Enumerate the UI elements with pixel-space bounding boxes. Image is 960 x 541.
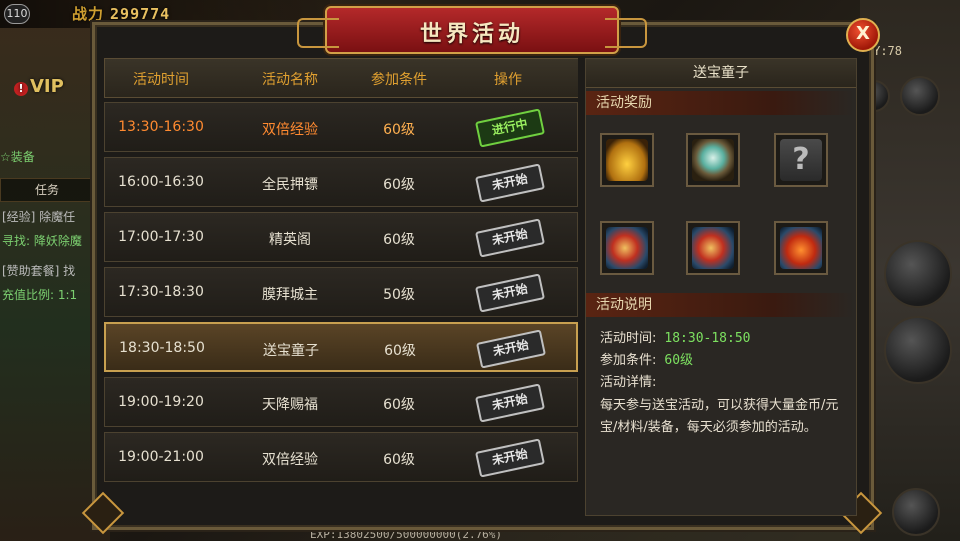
- activity-time: 19:00-19:20: [118, 394, 204, 410]
- activity-time: 13:30-16:30: [118, 119, 204, 135]
- info-time-value: 18:30-18:50: [664, 331, 751, 346]
- activity-name: 送宝童子: [263, 343, 319, 359]
- activity-status-stamp[interactable]: 进行中: [475, 108, 545, 148]
- activity-row[interactable]: 18:30-18:50 送宝童子 60级 未开始: [104, 322, 578, 372]
- activity-condition: 60级: [383, 452, 415, 468]
- quest-line[interactable]: [赞助套餐] 找: [2, 262, 75, 279]
- skill-button[interactable]: [884, 240, 952, 308]
- bomb-item-icon: [606, 227, 648, 269]
- activity-condition: 60级: [383, 397, 415, 413]
- activity-time: 17:00-17:30: [118, 229, 204, 245]
- jade-ring-icon: [692, 139, 734, 181]
- info-time: 活动时间: 18:30-18:50: [600, 327, 750, 346]
- activity-name: 精英阁: [269, 232, 311, 248]
- activity-condition: 60级: [383, 177, 415, 193]
- rewards-section-label: 活动奖励: [586, 91, 854, 115]
- info-detail-label: 活动详情:: [600, 375, 657, 390]
- activity-status-stamp[interactable]: 未开始: [475, 218, 545, 258]
- lucky-bag-icon: [780, 227, 822, 269]
- reward-slot[interactable]: [686, 133, 740, 187]
- skill-button[interactable]: [884, 316, 952, 384]
- activity-name: 全民押镖: [262, 177, 318, 193]
- activity-condition: 60级: [383, 232, 415, 248]
- activity-time: 17:30-18:30: [118, 284, 204, 300]
- reward-slot[interactable]: ?: [774, 133, 828, 187]
- header-condition: 参加条件: [371, 72, 427, 88]
- activity-row[interactable]: 19:00-21:00 双倍经验 60级 未开始: [104, 432, 578, 482]
- activity-row[interactable]: 13:30-16:30 双倍经验 60级 进行中: [104, 102, 578, 152]
- activity-time: 19:00-21:00: [118, 449, 204, 465]
- vip-label: VIP: [30, 76, 64, 97]
- right-hud: [858, 0, 960, 541]
- activity-name: 双倍经验: [262, 122, 318, 138]
- activity-row[interactable]: 17:00-17:30 精英阁 60级 未开始: [104, 212, 578, 262]
- activity-name: 双倍经验: [262, 452, 318, 468]
- header-time: 活动时间: [133, 72, 189, 88]
- quest-line[interactable]: [经验] 除魔任: [2, 208, 75, 225]
- reward-slot[interactable]: [600, 133, 654, 187]
- activity-status-stamp[interactable]: 未开始: [475, 163, 545, 203]
- activity-name: 膜拜城主: [262, 287, 318, 303]
- desc-section-label: 活动说明: [586, 293, 854, 317]
- bomb-item-icon: [692, 227, 734, 269]
- list-header: 活动时间 活动名称 参加条件 操作: [104, 58, 578, 98]
- info-condition-value: 60级: [664, 353, 694, 368]
- activity-info-panel: 送宝童子 活动奖励 ? 活动说明 活动时间: 18:30-18:50 参加条件: 6…: [585, 58, 857, 516]
- activity-status-stamp[interactable]: 未开始: [475, 438, 545, 478]
- header-name: 活动名称: [262, 72, 318, 88]
- quest-line: 充值比例: 1:1: [2, 288, 78, 302]
- info-title: 送宝童子: [586, 59, 856, 88]
- level-badge: 110: [4, 4, 30, 24]
- quest-line[interactable]: 寻找: 降妖除魔: [2, 232, 82, 249]
- reward-slot[interactable]: [686, 221, 740, 275]
- dialog-title: 世界活动: [419, 22, 524, 47]
- activity-row[interactable]: 16:00-16:30 全民押镖 60级 未开始: [104, 157, 578, 207]
- activity-list: 活动时间 活动名称 参加条件 操作 13:30-16:30 双倍经验 60级 进行中 1…: [104, 58, 578, 514]
- close-button[interactable]: X: [846, 18, 880, 52]
- info-condition-label: 参加条件:: [600, 353, 657, 368]
- activity-status-stamp[interactable]: 未开始: [475, 383, 545, 423]
- unknown-item-icon: ?: [780, 139, 822, 181]
- combat-power: 战力 299774: [72, 3, 170, 24]
- info-time-label: 活动时间:: [600, 331, 657, 346]
- activity-row[interactable]: 17:30-18:30 膜拜城主 50级 未开始: [104, 267, 578, 317]
- info-detail-text: 每天参与送宝活动，可以获得大量金币/元宝/材料/装备，每天必须参加的活动。: [600, 398, 839, 435]
- activity-condition: 60级: [383, 122, 415, 138]
- reward-slot[interactable]: [774, 221, 828, 275]
- activity-row[interactable]: 19:00-19:20 天降赐福 60级 未开始: [104, 377, 578, 427]
- activity-condition: 60级: [384, 343, 416, 359]
- combat-power-label: 战力: [72, 5, 105, 23]
- alert-icon: !: [14, 82, 28, 96]
- attack-button[interactable]: [892, 488, 940, 536]
- activity-time: 18:30-18:50: [119, 340, 205, 356]
- gold-ingot-icon: [606, 139, 648, 181]
- coordinate-readout: Y:78: [873, 44, 902, 58]
- vip-badge[interactable]: ! VIP: [14, 76, 64, 97]
- reward-slot[interactable]: [600, 221, 654, 275]
- activity-condition: 50级: [383, 287, 415, 303]
- activity-name: 天降赐福: [262, 397, 318, 413]
- header-action: 操作: [494, 72, 522, 88]
- task-tab[interactable]: 任务: [0, 178, 94, 202]
- combat-power-value: 299774: [110, 5, 171, 23]
- settings-gear-icon[interactable]: [900, 76, 940, 116]
- activity-status-stamp[interactable]: 未开始: [476, 329, 546, 369]
- activity-time: 16:00-16:30: [118, 174, 204, 190]
- info-condition: 参加条件: 60级: [600, 349, 693, 368]
- dialog-title-plate: 世界活动: [297, 6, 647, 54]
- activity-status-stamp[interactable]: 未开始: [475, 273, 545, 313]
- equip-link[interactable]: ☆装备: [0, 148, 35, 165]
